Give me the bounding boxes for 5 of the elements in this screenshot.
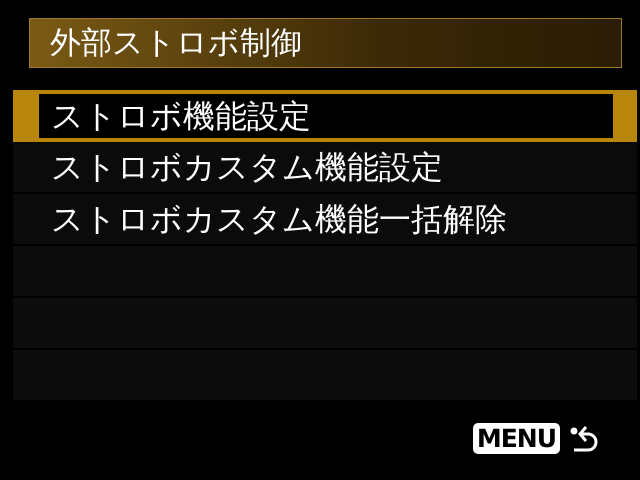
menu-item[interactable]: ストロボカスタム機能設定	[13, 142, 637, 194]
menu-title: 外部ストロボ制御	[29, 18, 622, 68]
menu-key: MENU	[472, 422, 560, 454]
menu-item[interactable]: ストロボカスタム機能一括解除	[13, 194, 637, 246]
menu-item[interactable]: ストロボ機能設定	[13, 90, 637, 142]
